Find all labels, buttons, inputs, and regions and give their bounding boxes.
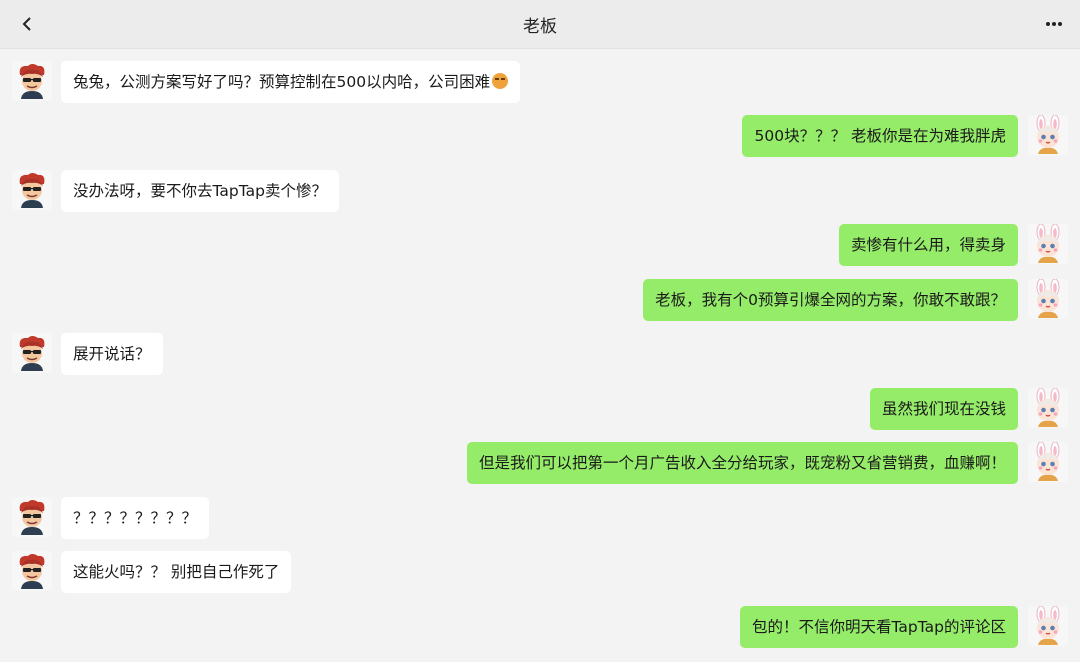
message-row: 卖惨有什么用，得卖身	[0, 224, 1080, 266]
message-bubble[interactable]: 这能火吗？？ 别把自己作死了	[61, 551, 292, 593]
chevron-left-icon	[22, 17, 31, 31]
message-bubble[interactable]: 500块？？？ 老板你是在为难我胖虎	[742, 115, 1018, 157]
bunny-face-icon	[1036, 606, 1060, 645]
message-text: 兔兔，公测方案写好了吗？预算控制在500以内哈，公司困难	[73, 73, 491, 91]
message-list[interactable]: 兔兔，公测方案写好了吗？预算控制在500以内哈，公司困难 500块？？？ 老板你…	[0, 48, 1080, 662]
boss-face-icon	[19, 336, 45, 371]
message-bubble[interactable]: 包的！不信你明天看TapTap的评论区	[740, 606, 1018, 648]
boss-avatar[interactable]	[12, 333, 52, 373]
more-dots-icon	[1046, 22, 1062, 26]
boss-avatar[interactable]	[12, 551, 52, 591]
bunny-avatar[interactable]	[1028, 115, 1068, 155]
bunny-face-icon	[1036, 442, 1060, 481]
boss-face-icon	[19, 500, 45, 535]
more-options-button[interactable]	[1040, 10, 1068, 38]
tired-face-emoji-icon	[492, 73, 509, 89]
message-row: 包的！不信你明天看TapTap的评论区	[0, 606, 1080, 648]
message-bubble[interactable]: 老板，我有个0预算引爆全网的方案，你敢不敢跟？	[643, 279, 1018, 321]
bunny-avatar[interactable]	[1028, 224, 1068, 264]
boss-face-icon	[19, 173, 45, 208]
bunny-face-icon	[1036, 388, 1060, 427]
chat-title: 老板	[523, 16, 557, 37]
boss-avatar[interactable]	[12, 497, 52, 537]
message-bubble[interactable]: 但是我们可以把第一个月广告收入全分给玩家，既宠粉又省营销费，血赚啊！	[466, 442, 1018, 484]
message-bubble[interactable]: 没办法呀，要不你去TapTap卖个惨？	[61, 170, 339, 212]
message-bubble[interactable]: 卖惨有什么用，得卖身	[838, 224, 1018, 266]
message-bubble[interactable]: ？？？？？？？？	[61, 497, 210, 539]
bunny-avatar[interactable]	[1028, 388, 1068, 428]
boss-face-icon	[19, 554, 45, 589]
boss-avatar[interactable]	[12, 170, 52, 210]
message-bubble[interactable]: 兔兔，公测方案写好了吗？预算控制在500以内哈，公司困难	[61, 61, 521, 103]
bunny-avatar[interactable]	[1028, 606, 1068, 646]
message-row: ？？？？？？？？	[0, 497, 1080, 539]
boss-face-icon	[19, 64, 45, 99]
bunny-face-icon	[1036, 115, 1060, 154]
message-bubble[interactable]: 展开说话？	[61, 333, 163, 375]
message-row: 没办法呀，要不你去TapTap卖个惨？	[0, 170, 1080, 212]
bunny-avatar[interactable]	[1028, 279, 1068, 319]
bunny-face-icon	[1036, 279, 1060, 318]
message-row: 老板，我有个0预算引爆全网的方案，你敢不敢跟？	[0, 279, 1080, 321]
boss-avatar[interactable]	[12, 61, 52, 101]
message-row: 500块？？？ 老板你是在为难我胖虎	[0, 115, 1080, 157]
bunny-face-icon	[1036, 224, 1060, 263]
chat-header: 老板	[0, 0, 1080, 49]
message-row: 这能火吗？？ 别把自己作死了	[0, 551, 1080, 593]
back-button[interactable]	[14, 10, 42, 38]
message-bubble[interactable]: 虽然我们现在没钱	[869, 388, 1018, 430]
message-row: 虽然我们现在没钱	[0, 388, 1080, 430]
message-row: 兔兔，公测方案写好了吗？预算控制在500以内哈，公司困难	[0, 61, 1080, 103]
message-row: 展开说话？	[0, 333, 1080, 375]
message-row: 但是我们可以把第一个月广告收入全分给玩家，既宠粉又省营销费，血赚啊！	[0, 442, 1080, 484]
bunny-avatar[interactable]	[1028, 442, 1068, 482]
